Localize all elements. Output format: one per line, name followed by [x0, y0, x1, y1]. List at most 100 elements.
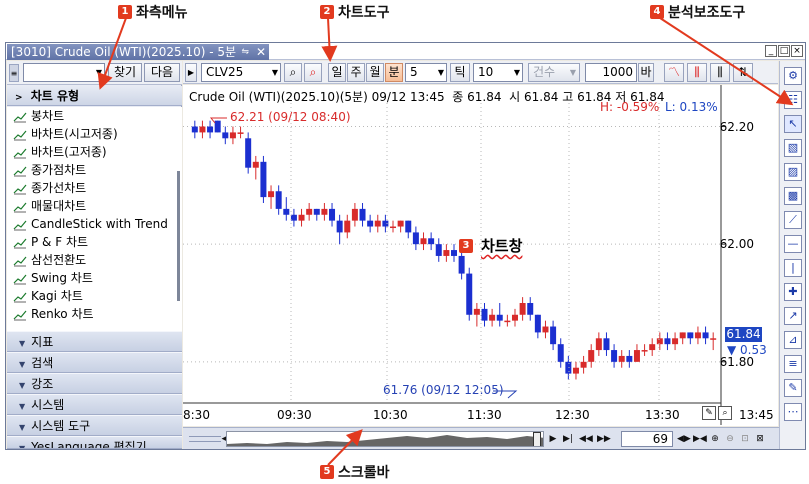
sort-icon[interactable]: ⇅	[733, 63, 753, 82]
candle-body	[298, 214, 305, 221]
close-tab-icon[interactable]: ✕	[256, 44, 266, 60]
interval-select[interactable]: 5 ▼	[405, 63, 447, 82]
ray-icon[interactable]: ↗	[784, 307, 802, 325]
scrollbar[interactable]: ◀ ▶ ▶| ◀◀ ▶▶ 69 ◀▶ ▶◀ ⊕ ⊖ ⊡ ⊠	[183, 427, 803, 449]
scroll-count-input[interactable]: 69	[621, 431, 673, 447]
sync-icon[interactable]: ⇋	[241, 44, 249, 60]
chart-type-item[interactable]: Swing 차트	[7, 269, 182, 287]
chart-area[interactable]: Crude Oil (WTI)(2025.10)(5분) 09/12 13:45…	[183, 85, 778, 426]
chart-type-header[interactable]: > 차트 유형	[7, 86, 182, 106]
period-minute-button[interactable]: 분	[385, 63, 403, 82]
scroll-overview[interactable]	[226, 431, 544, 447]
left-search-bar: ≡ ▼ 찾기 다음	[7, 61, 182, 85]
compare-icon[interactable]: ☷	[784, 91, 802, 109]
chart-type-item[interactable]: 매물대차트	[7, 197, 182, 215]
candle-body	[351, 208, 358, 221]
count-input[interactable]: 1000	[585, 63, 637, 82]
scroll-right-icon[interactable]: ▶	[547, 432, 559, 446]
more-icon[interactable]: ⋯	[784, 403, 802, 421]
list-scrollbar[interactable]	[177, 171, 180, 301]
chart-type-item[interactable]: P & F 차트	[7, 233, 182, 251]
candle-body	[611, 350, 618, 362]
expand-icon[interactable]: ▶	[185, 63, 197, 82]
cursor-icon[interactable]: ↖	[784, 115, 802, 133]
chart-type-item[interactable]: 봉차트	[7, 107, 182, 125]
section-search[interactable]: ▼ 검색	[7, 352, 182, 373]
chart-type-item[interactable]: 종가점차트	[7, 161, 182, 179]
period-week-button[interactable]: 주	[347, 63, 365, 82]
candle-body	[527, 303, 534, 315]
y-tick-label: 62.00	[719, 237, 754, 252]
volume-icon[interactable]: ⫼	[710, 63, 730, 82]
search-icon[interactable]: ⌕	[284, 63, 302, 82]
minus-icon[interactable]: ⊖	[724, 432, 736, 446]
next-button[interactable]: 다음	[144, 63, 180, 82]
vline-icon[interactable]: |	[784, 259, 802, 277]
fast-forward-icon[interactable]: ▶▶	[597, 432, 611, 446]
section-highlight[interactable]: ▼ 강조	[7, 373, 182, 394]
search-input[interactable]: ▼	[23, 63, 105, 82]
section-yeslanguage-editor[interactable]: ▼ YesLanguage 편집기	[7, 436, 182, 449]
maximize-button[interactable]: □	[778, 45, 790, 57]
chart-type-item[interactable]: CandleStick with Trend	[7, 215, 182, 233]
section-indicator[interactable]: ▼ 지표	[7, 331, 182, 352]
chart-type-item[interactable]: 종가선차트	[7, 179, 182, 197]
edit-icon[interactable]: ✎	[702, 406, 716, 420]
zoom-out-icon[interactable]: ◀▶	[677, 432, 691, 446]
chart-type-item[interactable]: Renko 차트	[7, 305, 182, 323]
rewind-icon[interactable]: ◀◀	[579, 432, 593, 446]
pattern-icon[interactable]: ▧	[784, 139, 802, 157]
draw-icon[interactable]: ✎	[784, 379, 802, 397]
period-month-button[interactable]: 월	[366, 63, 384, 82]
scroll-last-icon[interactable]: ▶|	[562, 432, 574, 446]
zoom-icon[interactable]: ⌕	[718, 406, 732, 420]
chart-type-label: 매물대차트	[31, 199, 87, 213]
close-button[interactable]: ×	[791, 45, 803, 57]
chart-type-item[interactable]: Kagi 차트	[7, 287, 182, 305]
tick-select[interactable]: 10 ▼	[473, 63, 523, 82]
chevron-down-icon[interactable]: ▼	[96, 64, 102, 81]
clear-search-icon[interactable]: ⌕	[304, 63, 322, 82]
channel-icon[interactable]: ▩	[784, 187, 802, 205]
symbol-select[interactable]: CLV25 ▼	[201, 63, 281, 82]
restore-icon[interactable]: ⊡	[739, 432, 751, 446]
chart-type-item[interactable]: 삼선전환도	[7, 251, 182, 269]
chart-type-label: 바차트(고저종)	[31, 145, 107, 159]
text-icon[interactable]: ≡	[784, 355, 802, 373]
data-icon[interactable]: ▨	[784, 163, 802, 181]
candle-body	[550, 326, 557, 345]
chart-style-icon[interactable]: 〽	[664, 63, 684, 82]
chart-type-item[interactable]: 바차트(고저종)	[7, 143, 182, 161]
hline-icon[interactable]: —	[784, 235, 802, 253]
find-button[interactable]: 찾기	[108, 63, 142, 82]
menu-grip-icon[interactable]: ≡	[9, 64, 19, 82]
bar-chart-icon[interactable]: ⫼	[687, 63, 707, 82]
fib-icon[interactable]: ⊿	[784, 331, 802, 349]
section-system-tools[interactable]: ▼ 시스템 도구	[7, 415, 182, 436]
trendline-icon[interactable]: ⟋	[784, 211, 802, 229]
settings-icon[interactable]: ⚙	[784, 67, 802, 85]
window-tab[interactable]: [3010] Crude Oil (WTI)(2025.10) - 5분 ⇋ ✕	[7, 44, 269, 60]
period-day-button[interactable]: 일	[328, 63, 346, 82]
tick-button[interactable]: 틱	[450, 63, 470, 82]
cross-icon[interactable]: ✚	[784, 283, 802, 301]
candle-body	[405, 220, 412, 233]
close-scroll-icon[interactable]: ⊠	[754, 432, 766, 446]
crosshair-icon[interactable]: ⊕	[709, 432, 721, 446]
candle-body	[268, 191, 275, 198]
chart-type-icon	[13, 128, 27, 141]
minimize-button[interactable]: _	[765, 45, 777, 57]
section-system[interactable]: ▼ 시스템	[7, 394, 182, 415]
chart-type-label: 바차트(시고저종)	[31, 127, 118, 141]
candle-body	[374, 220, 381, 227]
app-root: 1 좌측메뉴 2 차트도구 4 분석보조도구 5 스크롤바 [3010] Cru…	[0, 0, 809, 484]
chart-type-icon	[13, 164, 27, 177]
count-select[interactable]: 건수 ▼	[528, 63, 580, 82]
bar-button[interactable]: 바	[638, 63, 654, 82]
chevron-down-icon: ▼	[19, 381, 26, 390]
candle-body	[275, 191, 282, 209]
zoom-in-icon[interactable]: ▶◀	[693, 432, 707, 446]
chart-type-item[interactable]: 바차트(시고저종)	[7, 125, 182, 143]
scroll-thumb[interactable]	[533, 432, 541, 446]
scroll-grip-icon[interactable]	[189, 436, 221, 442]
